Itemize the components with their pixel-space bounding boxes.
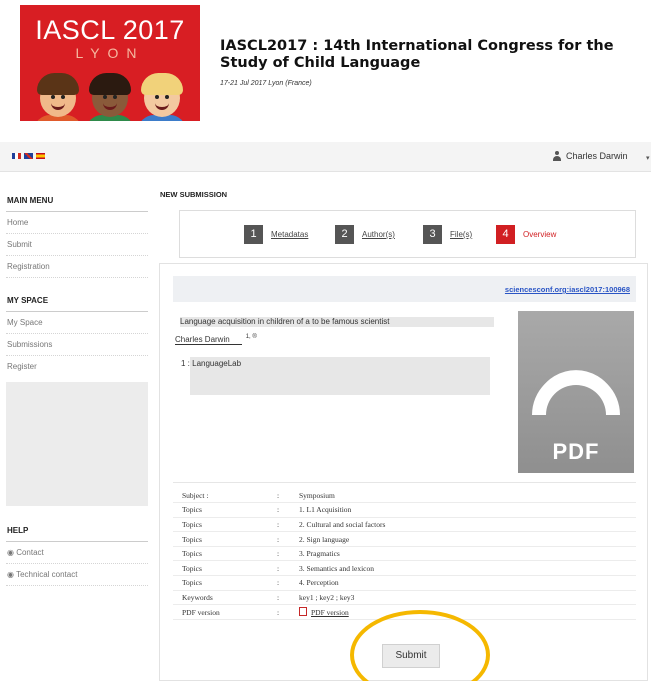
meta-key: Topics [173,546,277,562]
meta-separator: : [277,502,299,518]
top-bar: Charles Darwin ▾ [0,142,651,172]
paper-title: Language acquisition in children of a to… [180,317,494,327]
author-line: Charles Darwin 1, ® [175,334,257,345]
meta-key: Topics [173,531,277,547]
meta-value: Symposium [299,488,636,504]
logo-subtitle: LYON [75,45,145,61]
spanish-flag-icon[interactable] [36,153,45,159]
submission-stepper: 1 Metadatas 2 Author(s) 3 File(s) 4 Over… [179,210,636,258]
sidebar-item-submissions[interactable]: Submissions [6,334,148,356]
step-metadatas[interactable]: 1 Metadatas [244,225,308,244]
table-row: Subject :: Symposium [173,488,636,504]
step-files[interactable]: 3 File(s) [423,225,472,244]
pdf-file-icon [299,607,307,617]
table-row: Topics:4. Perception [173,575,636,591]
author-name: Charles Darwin [175,334,242,345]
affiliation: 1 : LanguageLab [181,359,242,368]
french-flag-icon[interactable] [12,153,21,159]
sidebar-item-home[interactable]: Home [6,212,148,234]
step-number: 2 [335,225,354,244]
pdf-version-link[interactable]: PDF version [311,608,349,617]
sidebar-item-my-space[interactable]: My Space [6,312,148,334]
metadata-table: Subject :: Symposium Topics:1. L1 Acquisi… [173,488,636,620]
meta-value: 3. Pragmatics [299,546,636,562]
user-name: Charles Darwin [566,151,628,161]
meta-separator: : [277,590,299,606]
meta-value: 3. Semantics and lexicon [299,560,636,577]
step-number: 4 [496,225,515,244]
sidebar-heading-help: HELP [6,520,148,542]
meta-key: Topics [173,575,277,591]
meta-separator: : [277,604,299,620]
author-affiliation-ref: 1, ® [245,334,257,340]
step-overview[interactable]: 4 Overview [496,225,556,244]
divider [173,482,636,483]
info-icon: ◉ [7,548,17,557]
sidebar-item-registration[interactable]: Registration [6,256,148,278]
doi-bar: sciencesconf.org:iascl2017:100968 [173,276,636,302]
page-title: NEW SUBMISSION [160,190,228,199]
child-illustration-icon [86,69,134,121]
sidebar: MAIN MENU Home Submit Registration MY SP… [6,190,148,586]
sidebar-item-label: Technical contact [16,570,78,579]
table-row: Topics:2. Sign language [173,531,636,547]
user-icon [552,151,562,161]
meta-key: Keywords [173,590,277,606]
sidebar-item-register[interactable]: Register [6,356,148,378]
step-number: 3 [423,225,442,244]
meta-separator: : [277,517,299,533]
pdf-version-cell: PDF version [299,604,636,620]
meta-separator: : [277,546,299,562]
meta-key: Topics [173,560,277,577]
child-illustration-icon [34,69,82,121]
info-icon: ◉ [7,570,17,579]
conference-logo[interactable]: IASCL 2017 LYON [20,5,200,121]
sidebar-item-label: Contact [16,548,44,557]
meta-key: Topics [173,517,277,533]
step-label[interactable]: Metadatas [271,230,308,239]
meta-separator: : [277,560,299,577]
meta-separator: : [277,488,299,504]
pdf-thumb-label: PDF [552,439,600,464]
pdf-thumbnail[interactable]: PDF [518,311,634,473]
meta-key: Subject : [173,488,277,504]
table-row: Topics:3. Pragmatics [173,546,636,562]
step-label[interactable]: Author(s) [362,230,395,239]
step-label[interactable]: File(s) [450,230,472,239]
step-authors[interactable]: 2 Author(s) [335,225,395,244]
meta-separator: : [277,531,299,547]
sidebar-item-contact[interactable]: ◉ Contact [6,542,148,564]
sidebar-item-submit[interactable]: Submit [6,234,148,256]
meta-key: Topics [173,502,277,518]
meta-key: PDF version [173,604,277,620]
table-row: Topics:3. Semantics and lexicon [173,560,636,577]
step-label: Overview [523,230,557,239]
sidebar-empty-panel [6,382,148,506]
meta-separator: : [277,575,299,591]
meta-value: 4. Perception [299,575,636,591]
sidebar-heading-main-menu: MAIN MENU [6,190,148,212]
english-flag-icon[interactable] [24,153,33,159]
child-illustration-icon [138,69,186,121]
sidebar-item-technical-contact[interactable]: ◉ Technical contact [6,564,148,586]
table-row: Topics:1. L1 Acquisition [173,502,636,518]
pdf-document-icon [532,370,620,415]
user-menu[interactable]: Charles Darwin [552,151,628,161]
language-switcher [12,153,45,159]
sidebar-heading-my-space: MY SPACE [6,290,148,312]
chevron-down-icon[interactable]: ▾ [646,154,650,162]
meta-value: key1 ; key2 ; key3 [299,590,636,606]
step-number: 1 [244,225,263,244]
conference-title: IASCL2017 : 14th International Congress … [220,38,614,71]
conference-date: 17-21 Jul 2017 Lyon (France) [220,80,312,87]
meta-value: 1. L1 Acquisition [299,502,636,518]
doi-link[interactable]: sciencesconf.org:iascl2017:100968 [505,285,630,294]
meta-value: 2. Sign language [299,531,636,547]
table-row: Topics:2. Cultural and social factors [173,517,636,533]
meta-value: 2. Cultural and social factors [299,517,636,533]
logo-title: IASCL 2017 [35,15,185,45]
table-row: Keywords: key1 ; key2 ; key3 [173,590,636,606]
